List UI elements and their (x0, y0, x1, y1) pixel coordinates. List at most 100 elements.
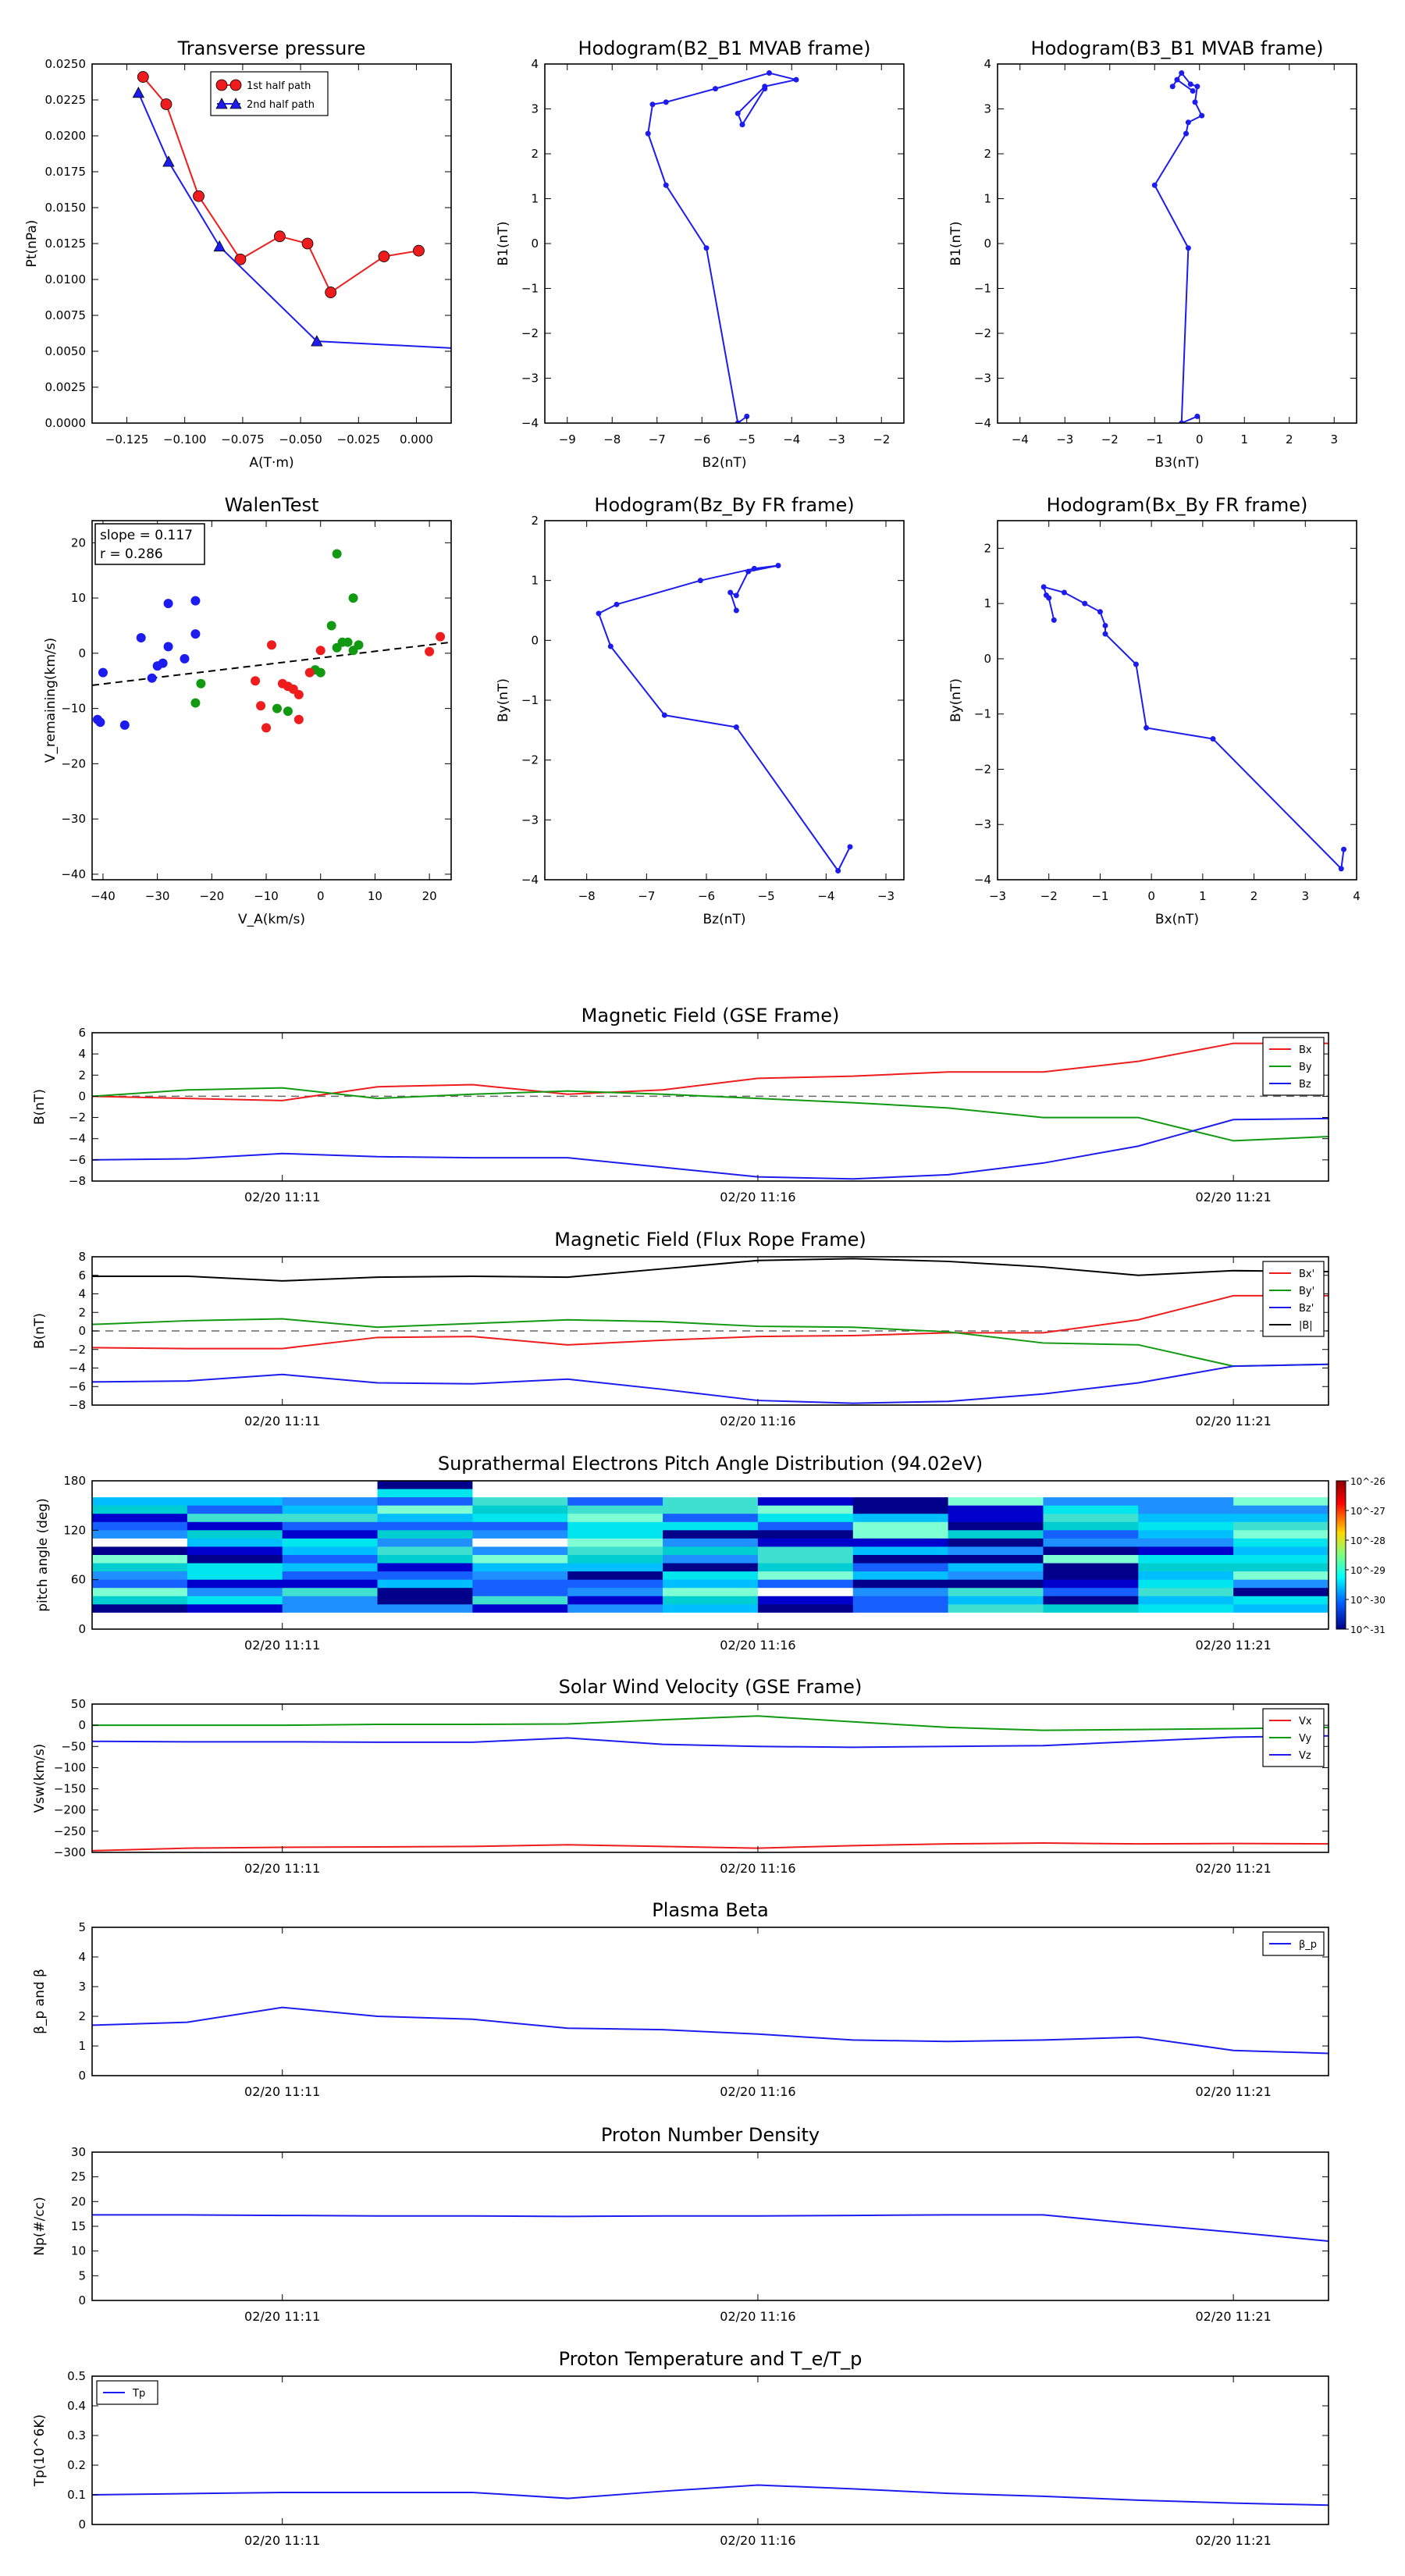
heatmap-cell (757, 1521, 854, 1531)
y-axis-label: By(nT) (948, 678, 964, 722)
data-point (1185, 245, 1191, 251)
data-point (614, 601, 620, 607)
data-point (1097, 609, 1103, 615)
heatmap-cell (282, 1621, 379, 1630)
data-point (190, 698, 201, 708)
y-tick-label: −3 (521, 813, 539, 827)
data-point (1179, 70, 1185, 76)
heatmap-cell (377, 1489, 473, 1498)
heatmap-cell (92, 1579, 188, 1589)
data-point (1190, 88, 1196, 94)
x-tick-label: −2 (1101, 432, 1119, 447)
y-tick-label: −4 (521, 873, 539, 887)
heatmap-cell (948, 1514, 1044, 1523)
data-point (325, 286, 337, 298)
x-axis-label: Bx(nT) (1155, 912, 1199, 927)
heatmap-cell (1043, 1596, 1139, 1605)
heatmap-cell (663, 1497, 759, 1507)
heatmap-cell (1043, 1505, 1139, 1514)
data-point (378, 251, 390, 262)
data-point (315, 646, 325, 656)
heatmap-cell (472, 1604, 568, 1614)
x-tick-label: 02/20 11:11 (244, 2084, 320, 2099)
heatmap-cell (567, 1546, 663, 1556)
y-tick-label: 3 (78, 1980, 86, 1994)
heatmap-cell (92, 1555, 188, 1564)
y-tick-label: −1 (974, 707, 991, 721)
heatmap-cell (852, 1621, 949, 1630)
colorbar-label: 10^-31 (1350, 1624, 1385, 1635)
heatmap-cell (1138, 1497, 1234, 1507)
heatmap-cell (1043, 1489, 1139, 1498)
heatmap-cell (377, 1596, 473, 1605)
data-point (95, 717, 105, 728)
heatmap-cell (663, 1546, 759, 1556)
heatmap-cell (948, 1621, 1044, 1630)
x-tick-label: 02/20 11:16 (720, 2309, 795, 2324)
chart-title: Hodogram(Bx_By FR frame) (1047, 494, 1308, 516)
y-axis-label: B(nT) (32, 1089, 48, 1125)
heatmap-cell (92, 1538, 188, 1547)
y-tick-label: 2 (984, 147, 991, 161)
chart-title: Proton Temperature and T_e/T_p (559, 2348, 863, 2370)
x-tick-label: 0.000 (400, 432, 433, 447)
heatmap-cell (567, 1612, 663, 1621)
heatmap-cell (663, 1579, 759, 1589)
data-point (1046, 595, 1052, 601)
y-axis-label: V_remaining(km/s) (43, 638, 59, 763)
x-tick-label: 10 (368, 889, 382, 903)
heatmap-cell (567, 1538, 663, 1547)
x-tick-label: −3 (1056, 432, 1073, 447)
heatmap-cell (282, 1596, 379, 1605)
data-point (751, 565, 757, 571)
data-point (293, 714, 304, 724)
heatmap-cell (852, 1571, 949, 1581)
heatmap-cell (1233, 1596, 1329, 1605)
y-tick-label: 10 (71, 2244, 86, 2258)
y-tick-label: 1 (984, 192, 991, 206)
heatmap-cell (1138, 1612, 1234, 1621)
heatmap-cell (1233, 1497, 1329, 1507)
heatmap-cell (757, 1481, 854, 1490)
heatmap-cell (472, 1579, 568, 1589)
x-tick-label: −20 (200, 889, 225, 903)
heatmap-cell (472, 1481, 568, 1490)
y-tick-label: 0.0100 (45, 272, 87, 286)
y-axis-label: By(nT) (496, 678, 511, 722)
data-point (1169, 84, 1176, 90)
heatmap-cell (757, 1588, 854, 1597)
heatmap-cell (282, 1505, 379, 1514)
annotation-text: slope = 0.117 (100, 528, 193, 543)
heatmap-cell (187, 1530, 283, 1539)
heatmap-cell (187, 1555, 283, 1564)
legend-label: |B| (1299, 1320, 1313, 1332)
legend-label: Bz (1299, 1079, 1311, 1091)
x-tick-label: −1 (1146, 432, 1163, 447)
y-tick-label: −4 (974, 873, 991, 887)
x-tick-label: 02/20 11:11 (244, 2309, 320, 2324)
y-tick-label: 2 (531, 147, 539, 161)
data-point (137, 71, 149, 83)
heatmap-cell (1043, 1530, 1139, 1539)
y-tick-label: 10 (71, 591, 86, 605)
heatmap-cell (282, 1588, 379, 1597)
heatmap-cell (948, 1538, 1044, 1547)
y-tick-label: 0 (78, 2517, 86, 2532)
y-tick-label: 0 (531, 237, 539, 251)
chart-title: Hodogram(Bz_By FR frame) (594, 494, 854, 516)
heatmap-cell (567, 1588, 663, 1597)
heatmap-cell (663, 1604, 759, 1614)
heatmap-cell (567, 1621, 663, 1630)
heatmap-cell (1138, 1546, 1234, 1556)
x-tick-label: −9 (559, 432, 576, 447)
chart-title: Plasma Beta (652, 1899, 768, 1921)
x-tick-label: 02/20 11:21 (1195, 1638, 1271, 1653)
heatmap-cell (757, 1563, 854, 1572)
data-point (348, 593, 358, 603)
heatmap-cell (377, 1546, 473, 1556)
data-point (273, 230, 286, 243)
y-tick-label: 180 (63, 1474, 86, 1488)
y-tick-label: 6 (78, 1026, 86, 1040)
heatmap-cell (1043, 1555, 1139, 1564)
y-tick-label: 0.3 (67, 2428, 86, 2443)
